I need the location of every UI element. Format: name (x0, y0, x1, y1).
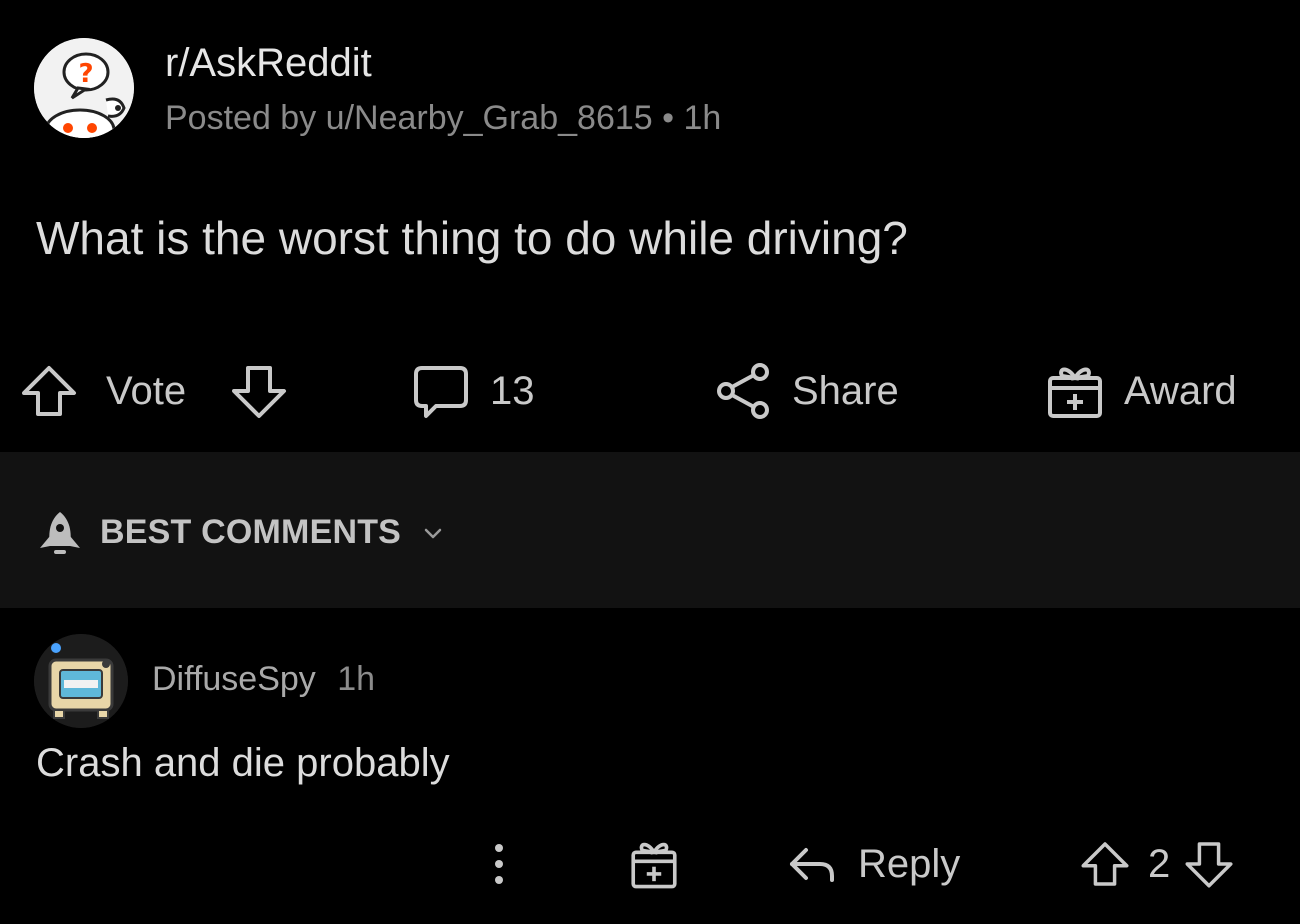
chevron-down-icon (424, 528, 442, 539)
posted-by-label: Posted by (165, 99, 317, 137)
svg-text:?: ? (78, 59, 93, 89)
reply-arrow-icon (790, 848, 834, 882)
subreddit-name[interactable]: r/AskReddit (165, 40, 372, 86)
comment-score: 2 (1148, 841, 1171, 886)
more-options-button[interactable] (484, 832, 514, 896)
award-label: Award (1124, 368, 1237, 413)
post-title: What is the worst thing to do while driv… (36, 212, 908, 264)
meta-separator: • (662, 99, 675, 137)
comment-author-name[interactable]: DiffuseSpy (152, 660, 316, 698)
sort-label: BEST COMMENTS (100, 512, 402, 551)
comment-count: 13 (490, 368, 535, 413)
comments-button[interactable]: 13 (410, 360, 535, 422)
post-author-link[interactable]: u/Nearby_Grab_8615 (326, 99, 653, 137)
reply-label: Reply (858, 841, 961, 886)
share-label: Share (792, 368, 899, 413)
comment-author-avatar[interactable] (34, 634, 128, 728)
reply-button[interactable]: Reply (784, 832, 960, 896)
askreddit-snoo-icon: ? (34, 38, 134, 138)
share-button[interactable]: Share (712, 360, 899, 422)
gift-icon (631, 842, 677, 889)
comment-upvote-icon[interactable] (1078, 836, 1132, 892)
snoo-avatar-icon (34, 634, 128, 728)
downvote-arrow-icon (232, 366, 286, 418)
rocket-icon (40, 512, 80, 554)
upvote-arrow-icon (22, 366, 76, 416)
upvote-button[interactable] (18, 360, 80, 422)
gift-icon (1048, 367, 1102, 418)
comment-body: Crash and die probably (36, 741, 450, 785)
comment-downvote-icon[interactable] (1182, 836, 1236, 892)
post-time: 1h (683, 99, 722, 137)
downvote-button[interactable] (228, 360, 290, 422)
more-vertical-icon (495, 844, 503, 884)
share-icon (717, 363, 769, 419)
comment-vote-group: 2 (1078, 832, 1236, 896)
comment-sort-dropdown[interactable]: BEST COMMENTS (34, 500, 443, 564)
award-button[interactable]: Award (1044, 360, 1237, 422)
comment-bubble-icon (414, 366, 468, 418)
post-meta: Posted by u/Nearby_Grab_8615 • 1h (165, 96, 721, 140)
subreddit-avatar[interactable]: ? (34, 38, 134, 138)
comment-award-button[interactable] (626, 832, 682, 896)
vote-label: Vote (106, 368, 187, 413)
comment-time: 1h (337, 660, 376, 698)
comment-author-line: DiffuseSpy 1h (152, 657, 375, 701)
